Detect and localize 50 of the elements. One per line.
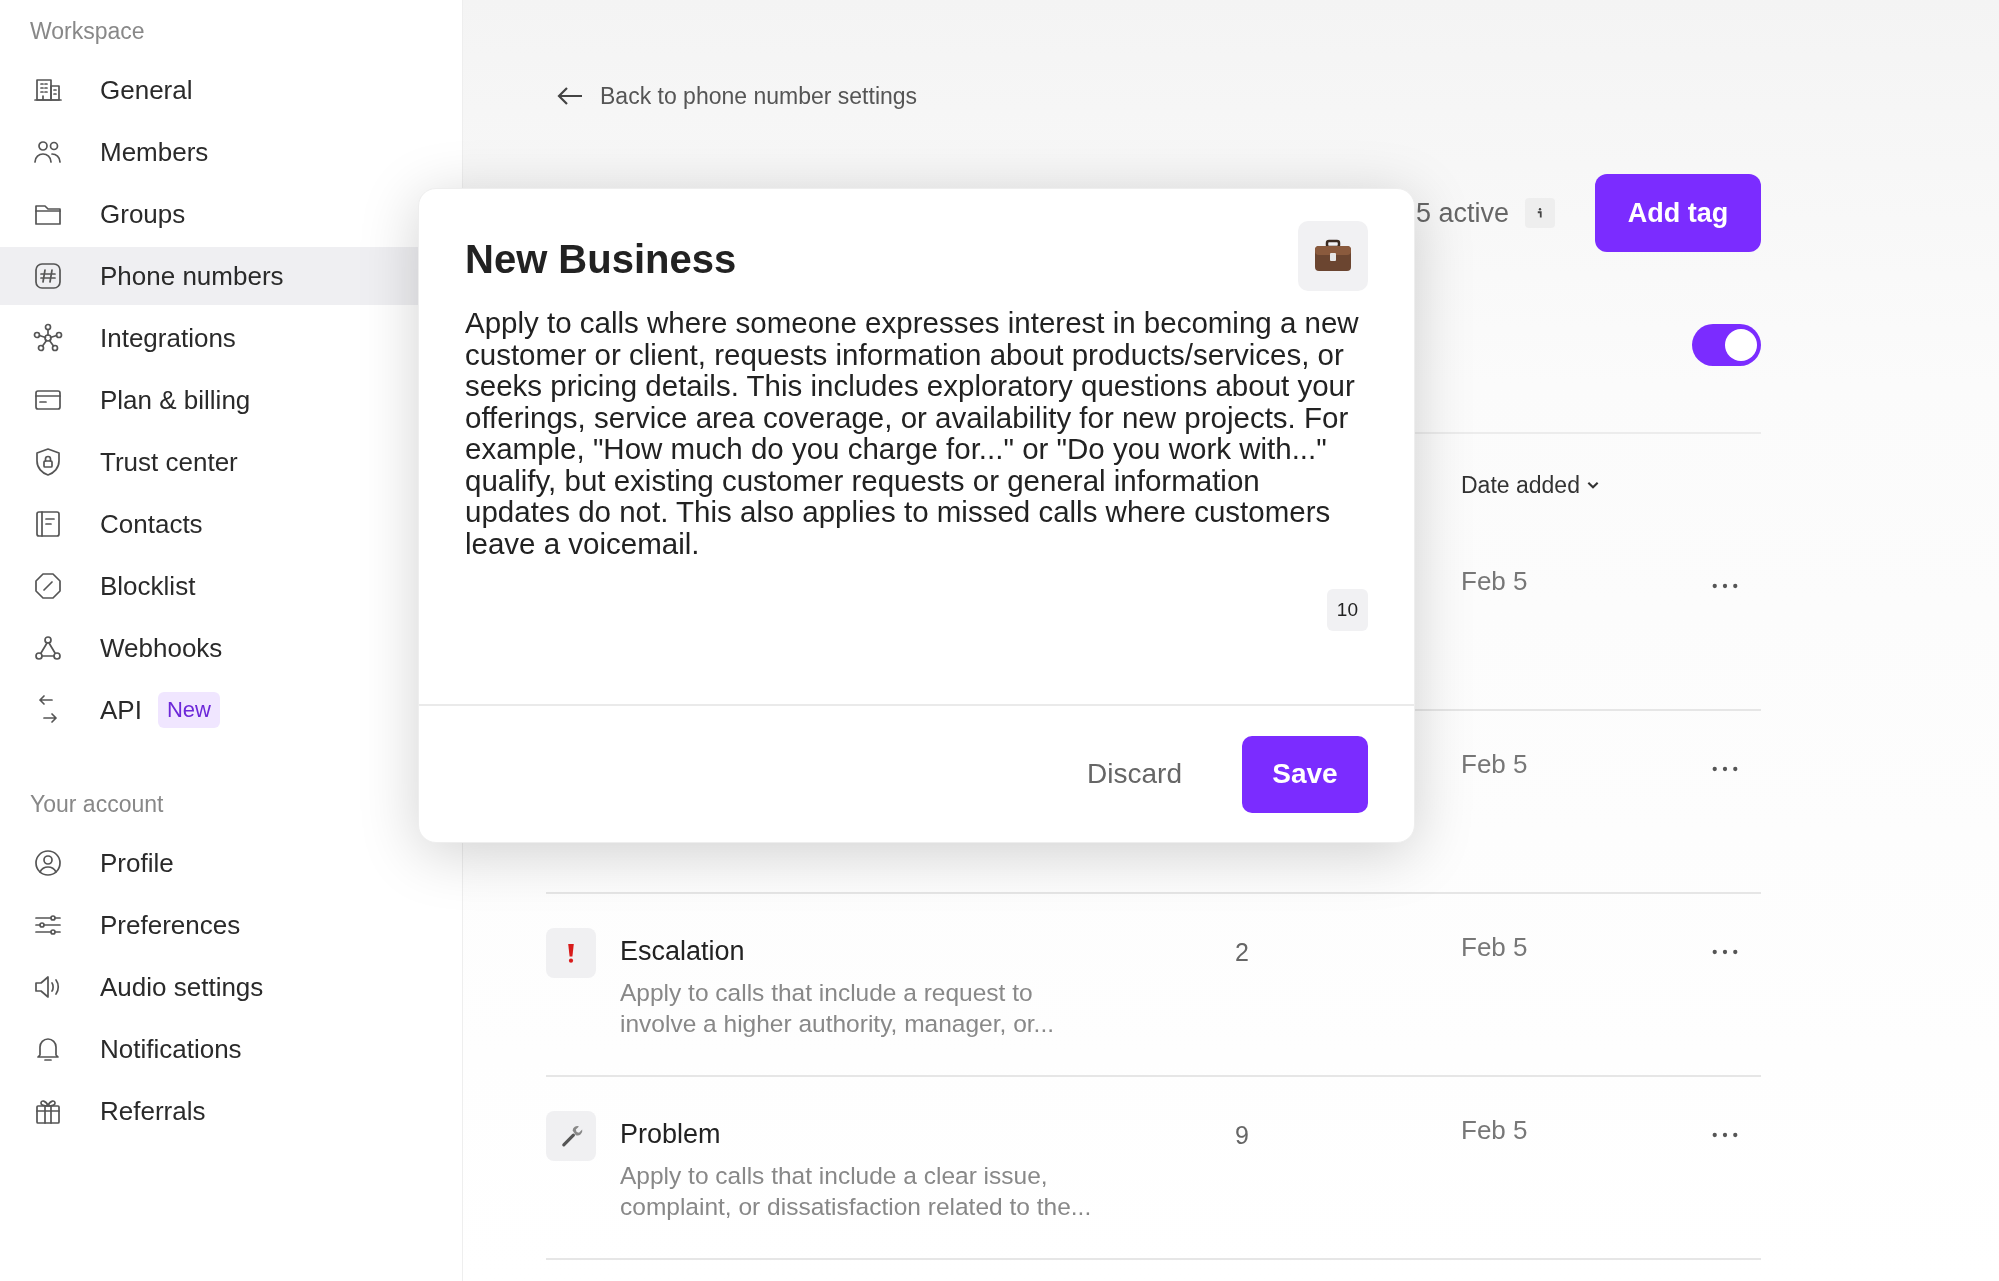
sidebar-item[interactable]: Audio settings xyxy=(0,958,462,1016)
network-icon xyxy=(32,322,64,354)
more-options-icon[interactable] xyxy=(1711,1131,1739,1139)
hash-icon xyxy=(32,260,64,292)
wrench-icon xyxy=(546,1111,596,1161)
date-added: Feb 5 xyxy=(1461,748,1528,780)
sidebar-item[interactable]: Plan & billing xyxy=(0,371,462,429)
more-options-icon[interactable] xyxy=(1711,948,1739,956)
call-count: 2 xyxy=(1235,937,1249,967)
sort-dropdown[interactable]: Date added xyxy=(1461,471,1711,499)
back-link[interactable]: Back to phone number settings xyxy=(554,80,1761,112)
section-heading: Your account xyxy=(29,790,165,819)
tag-title[interactable]: New Business xyxy=(465,237,737,282)
sidebar-item[interactable]: General xyxy=(0,61,462,119)
more-options-icon[interactable] xyxy=(1711,582,1739,590)
sidebar-item[interactable]: Blocklist xyxy=(0,557,462,615)
active-count: 5 active xyxy=(1415,197,1509,229)
exclamation-icon xyxy=(546,928,596,978)
sidebar-item[interactable]: Trust center xyxy=(0,433,462,491)
more-options-icon[interactable] xyxy=(1711,765,1739,773)
sidebar-item[interactable]: Preferences xyxy=(0,896,462,954)
blocked-icon xyxy=(32,570,64,602)
section-heading: Workspace xyxy=(29,17,146,46)
call-count: 9 xyxy=(1235,1120,1249,1150)
sidebar-item[interactable]: Groups xyxy=(0,185,462,243)
sidebar-item[interactable]: Webhooks xyxy=(0,619,462,677)
date-added: Feb 5 xyxy=(1461,931,1528,963)
info-icon[interactable] xyxy=(1525,198,1555,228)
sidebar-item[interactable]: Referrals xyxy=(0,1082,462,1140)
toggle-switch[interactable] xyxy=(1692,324,1761,366)
tag-description: Apply to calls that include a clear issue, complaint, or dissatisfaction related to the... xyxy=(620,1161,1093,1222)
discard-button[interactable]: Discard xyxy=(1081,757,1188,791)
date-added: Feb 5 xyxy=(1461,565,1528,597)
tag-name: Escalation xyxy=(620,936,746,967)
sidebar-item[interactable]: Notifications xyxy=(0,1020,462,1078)
description-field[interactable]: Apply to calls where someone expresses interest in becoming a new customer or client, requests information about products/services, or seeks pricing details. This includes exploratory questions about your offerings, service area coverage, or availability for new projects. For example, "How much do you charge for..." or "Do you work with..." qualify, but existing customer requests or general information updates do not. This also applies to missed calls where customers leave a voicemail. xyxy=(465,307,1370,559)
add-tag-button[interactable]: Add tag xyxy=(1595,174,1761,252)
new-badge: New xyxy=(157,692,220,728)
profile-icon xyxy=(32,847,64,879)
sidebar-item[interactable]: API New xyxy=(0,681,462,739)
tag-description: Apply to calls that include a request to involve a higher authority, manager, or... xyxy=(620,978,1055,1039)
sidebar-item[interactable]: Profile xyxy=(0,834,462,892)
sidebar-item[interactable]: Members xyxy=(0,123,462,181)
tag-name: Problem xyxy=(620,1119,722,1150)
save-button[interactable]: Save xyxy=(1242,735,1368,813)
character-count: 10 xyxy=(1326,589,1368,631)
sidebar-item[interactable]: Integrations xyxy=(0,309,462,367)
date-added: Feb 5 xyxy=(1461,1114,1528,1146)
briefcase-icon[interactable] xyxy=(1298,221,1368,291)
sidebar-item[interactable]: Contacts xyxy=(0,495,462,553)
